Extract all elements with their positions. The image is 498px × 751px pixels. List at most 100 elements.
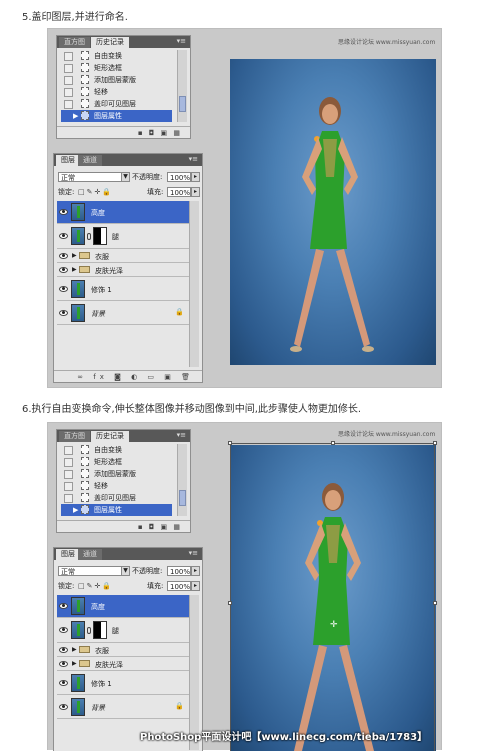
history-step-icon (81, 51, 89, 60)
history-item[interactable]: 矩形选框 (61, 456, 172, 468)
chevron-right-icon[interactable]: ▸ (191, 566, 200, 576)
transform-bounding-box (230, 443, 435, 751)
history-item[interactable]: 轻移 (61, 86, 172, 98)
chevron-right-icon[interactable]: ▸ (191, 172, 200, 182)
visibility-eye-icon[interactable] (58, 679, 69, 687)
opacity-input[interactable]: 100% (167, 172, 191, 182)
visibility-eye-icon[interactable] (58, 602, 69, 610)
history-item[interactable]: 添加图层蒙版 (61, 468, 172, 480)
layer-row-selected[interactable]: 高度 (57, 201, 192, 224)
visibility-eye-icon[interactable] (58, 660, 69, 668)
tab-history[interactable]: 历史记录 (91, 37, 129, 48)
chevron-right-icon[interactable]: ▸ (191, 187, 200, 197)
blend-mode-select[interactable]: 正常 (58, 566, 126, 576)
panel-menu-icon[interactable]: ▾≡ (189, 549, 198, 557)
layer-thumbnail (71, 280, 85, 298)
visibility-eye-icon[interactable] (58, 252, 69, 260)
tab-history[interactable]: 历史记录 (91, 431, 129, 442)
history-step-icon (81, 99, 89, 108)
transform-handle[interactable] (331, 441, 335, 445)
visibility-eye-icon[interactable] (58, 309, 69, 317)
canvas-photo (230, 59, 436, 365)
layer-group-row[interactable]: ▶ 皮肤光泽 (57, 657, 192, 671)
layer-name: 背景 (91, 704, 105, 712)
layer-row-selected[interactable]: 高度 (57, 595, 192, 618)
history-panel: 直方图 历史记录 ▾≡ 自由变换 矩形选框 添加图层蒙版 轻移 盖印可见图层 ▶… (56, 35, 191, 139)
layer-row-background[interactable]: 背景 🔒 (57, 301, 192, 325)
folder-icon (79, 252, 90, 259)
tab-histogram[interactable]: 直方图 (59, 431, 90, 442)
layer-row[interactable]: 腿 (57, 618, 192, 643)
history-item[interactable]: 盖印可见图层 (61, 98, 172, 110)
expand-triangle-icon[interactable]: ▶ (72, 252, 77, 259)
tab-layers[interactable]: 图层 (56, 155, 80, 166)
visibility-eye-icon[interactable] (58, 626, 69, 634)
visibility-eye-icon[interactable] (58, 646, 69, 654)
link-chain-icon (87, 233, 91, 240)
history-item[interactable]: 自由变换 (61, 50, 172, 62)
history-item[interactable]: 矩形选框 (61, 62, 172, 74)
history-item[interactable]: 添加图层蒙版 (61, 74, 172, 86)
expand-triangle-icon[interactable]: ▶ (72, 646, 77, 653)
layer-row-background[interactable]: 背景 🔒 (57, 695, 192, 719)
layers-scrollbar[interactable] (189, 595, 199, 750)
step-5-caption: 5.盖印图层,并进行命名. (22, 12, 128, 23)
layers-footer-icons[interactable]: ∞ fx ◙ ◐ ▭ ▣ 🗑 (54, 370, 202, 382)
layers-scrollbar[interactable] (189, 201, 199, 367)
lock-icons[interactable]: □✎✛🔒 (78, 187, 113, 197)
history-footer-icons: ▪ ◘ ▣ ▦ (57, 126, 190, 138)
visibility-eye-icon[interactable] (58, 208, 69, 216)
layer-row[interactable]: 修饰 1 (57, 671, 192, 695)
transform-handle[interactable] (228, 441, 232, 445)
history-scrollbar[interactable] (177, 444, 187, 516)
history-item[interactable]: 自由变换 (61, 444, 172, 456)
history-panel-tabbar: 直方图 历史记录 ▾≡ (57, 430, 190, 442)
history-item[interactable]: 轻移 (61, 480, 172, 492)
layer-group-row[interactable]: ▶ 衣服 (57, 643, 192, 657)
history-item[interactable]: 盖印可见图层 (61, 492, 172, 504)
expand-triangle-icon[interactable]: ▶ (72, 266, 77, 273)
visibility-eye-icon[interactable] (58, 232, 69, 240)
fill-input[interactable]: 100% (167, 187, 191, 197)
fill-input[interactable]: 100% (167, 581, 191, 591)
layers-panel: 图层 通道 ▾≡ 正常 ▼ 不透明度: 100% ▸ 锁定: □✎✛🔒 填充: … (53, 153, 203, 383)
tab-histogram[interactable]: 直方图 (59, 37, 90, 48)
panel-menu-icon[interactable]: ▾≡ (177, 37, 186, 45)
panel-menu-icon[interactable]: ▾≡ (189, 155, 198, 163)
history-state-arrow-icon: ▶ (73, 506, 79, 514)
layer-group-row[interactable]: ▶ 衣服 (57, 249, 192, 263)
visibility-eye-icon[interactable] (58, 285, 69, 293)
layer-mask-thumbnail[interactable] (93, 227, 107, 245)
layer-group-row[interactable]: ▶ 皮肤光泽 (57, 263, 192, 277)
layer-row[interactable]: 腿 (57, 224, 192, 249)
blend-mode-select[interactable]: 正常 (58, 172, 126, 182)
visibility-eye-icon[interactable] (58, 703, 69, 711)
expand-triangle-icon[interactable]: ▶ (72, 660, 77, 667)
lock-label: 锁定: (58, 582, 75, 590)
tab-channels[interactable]: 通道 (78, 155, 102, 166)
forum-watermark: PhotoShop平面设计吧【www.linecg.com/tieba/1783… (140, 732, 428, 743)
screenshot-2: 直方图 历史记录 ▾≡ 自由变换 矩形选框 添加图层蒙版 轻移 盖印可见图层 ▶… (47, 422, 442, 751)
opacity-input[interactable]: 100% (167, 566, 191, 576)
transform-handle[interactable] (228, 601, 232, 605)
history-step-icon (81, 481, 89, 490)
chevron-down-icon[interactable]: ▼ (121, 566, 130, 576)
tab-channels[interactable]: 通道 (78, 549, 102, 560)
history-scrollbar[interactable] (177, 50, 187, 122)
chevron-right-icon[interactable]: ▸ (191, 581, 200, 591)
history-item-selected[interactable]: ▶ 图层属性 (61, 110, 172, 122)
history-step-icon (81, 493, 89, 502)
lock-icons[interactable]: □✎✛🔒 (78, 581, 113, 591)
history-item-selected[interactable]: ▶ 图层属性 (61, 504, 172, 516)
layer-mask-thumbnail[interactable] (93, 621, 107, 639)
panel-menu-icon[interactable]: ▾≡ (177, 431, 186, 439)
layer-row[interactable]: 修饰 1 (57, 277, 192, 301)
visibility-eye-icon[interactable] (58, 266, 69, 274)
chevron-down-icon[interactable]: ▼ (121, 172, 130, 182)
history-step-icon (81, 445, 89, 454)
transform-handle[interactable] (433, 441, 437, 445)
tab-layers[interactable]: 图层 (56, 549, 80, 560)
transform-handle[interactable] (433, 601, 437, 605)
lock-label: 锁定: (58, 188, 75, 196)
layer-thumbnail (71, 227, 85, 245)
